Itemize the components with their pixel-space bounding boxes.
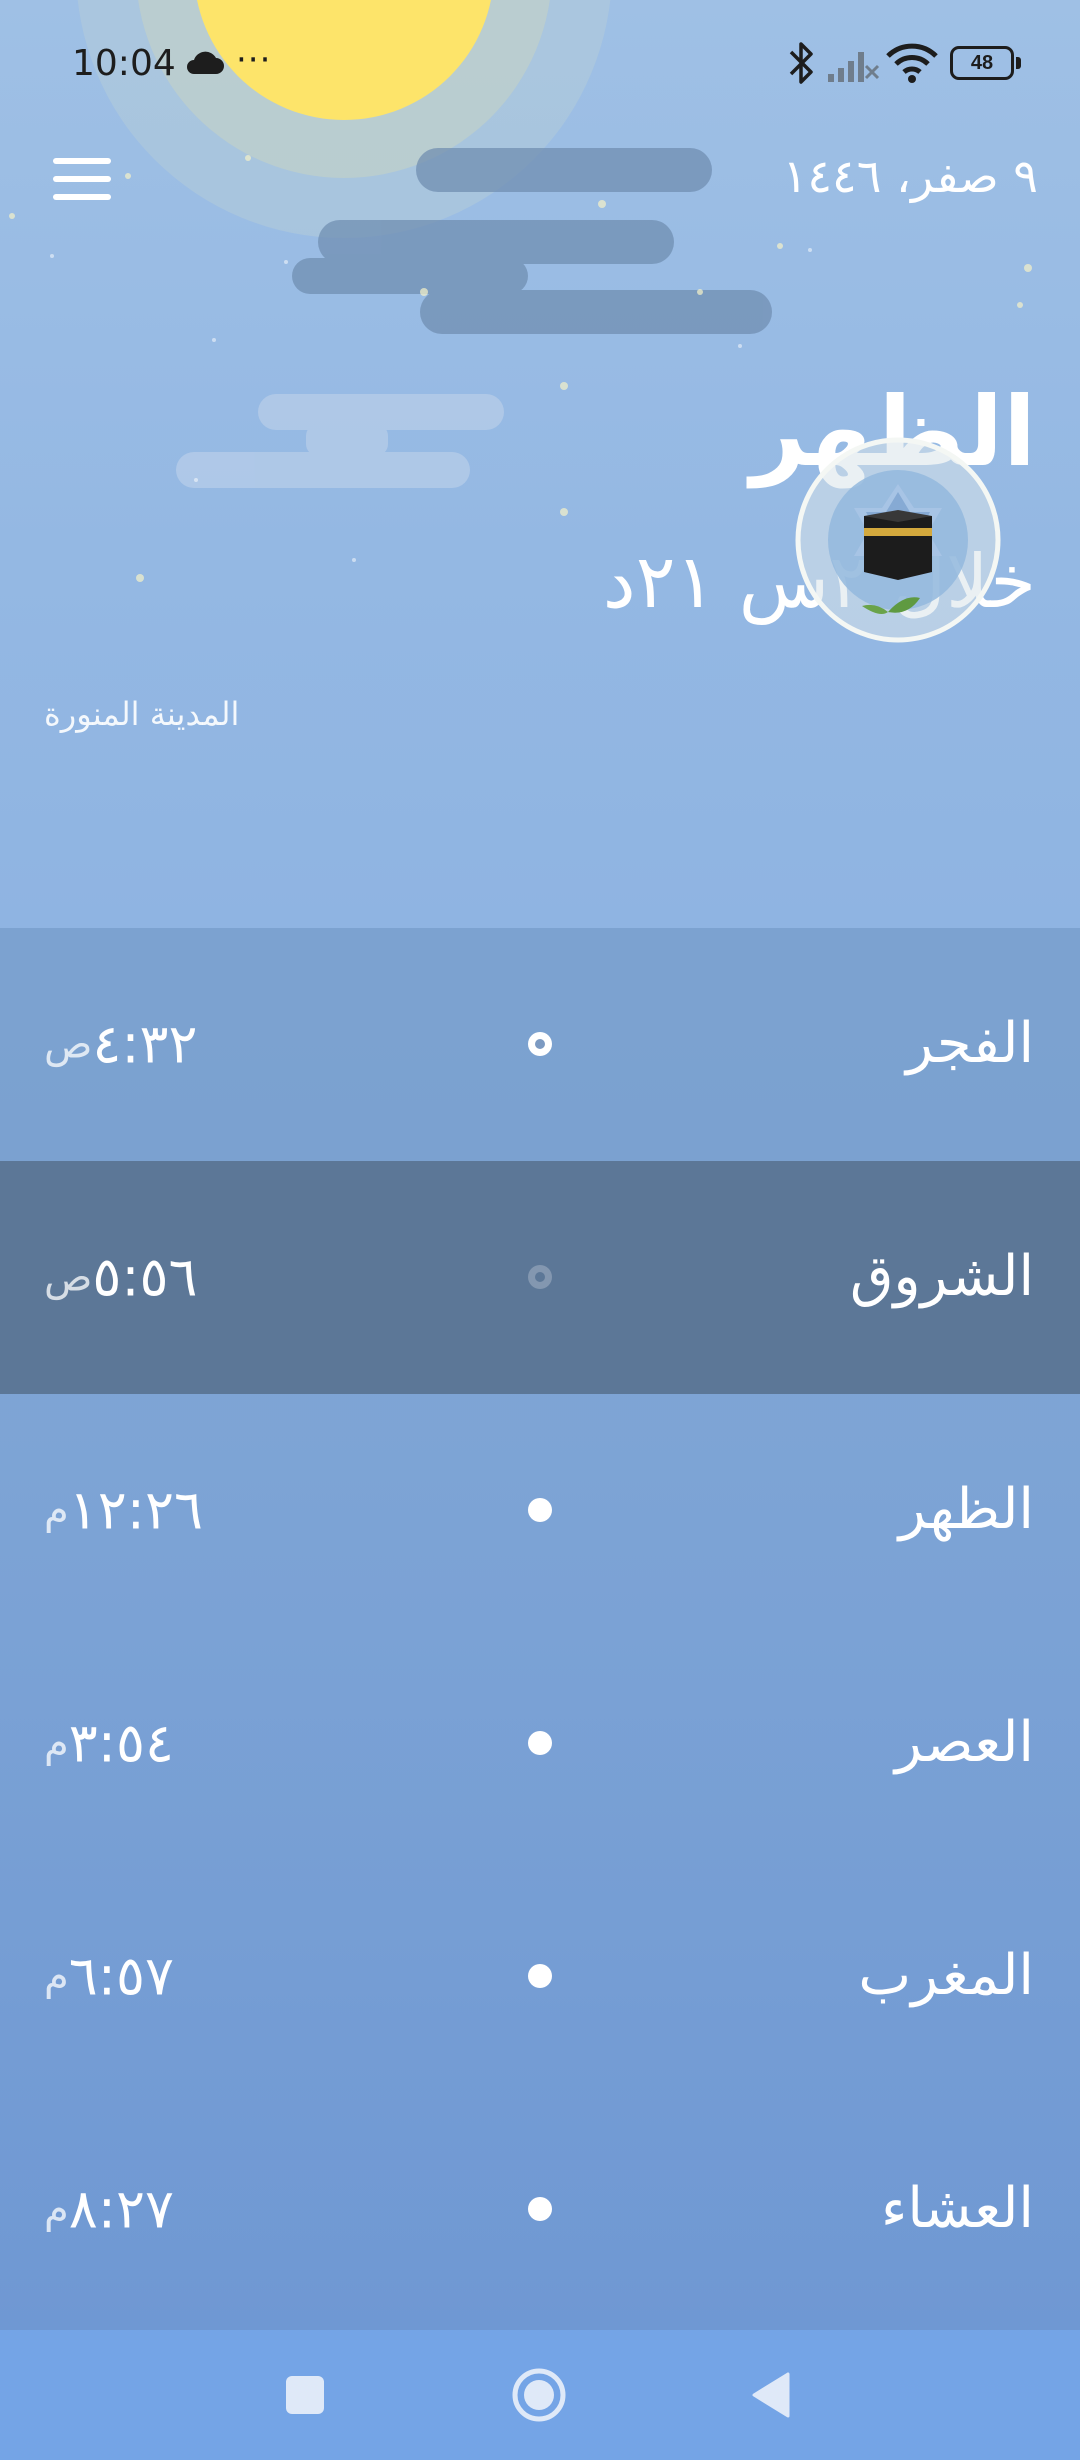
prayer-time-period: م — [44, 2186, 69, 2233]
overflow-dots: ··· — [236, 40, 272, 80]
prayer-time-period: م — [44, 1953, 69, 2000]
prayer-name: العصر — [894, 1710, 1034, 1775]
prayer-times-list: الفجر ٤:٣٢ص الشروق ٥:٥٦ص الظهر ١٢:٢٦م ال… — [0, 928, 1080, 2330]
prayer-time: ٦:٥٧م — [44, 1918, 364, 2034]
city-name: المدينة المنورة — [44, 695, 240, 733]
cellular-signal-icon — [828, 52, 880, 82]
status-bar: 10:04 ··· 48 — [0, 0, 1080, 128]
battery-icon: 48 — [950, 46, 1024, 82]
cloud-illustration-light — [176, 394, 504, 488]
wifi-icon — [886, 43, 938, 83]
alert-dot-icon[interactable] — [516, 2185, 564, 2233]
prayer-time-value: ٨:٢٧ — [68, 2177, 174, 2241]
menu-button[interactable] — [38, 140, 126, 220]
alert-dot-icon[interactable] — [516, 1719, 564, 1767]
prayer-row-fajr[interactable]: الفجر ٤:٣٢ص — [0, 928, 1080, 1161]
qibla-button[interactable] — [792, 434, 1004, 646]
prayer-name: العشاء — [881, 2176, 1034, 2241]
prayer-row-dhuhr[interactable]: الظهر ١٢:٢٦م — [0, 1394, 1080, 1627]
prayer-time-value: ١٢:٢٦ — [68, 1478, 203, 1542]
prayer-name: الشروق — [850, 1244, 1034, 1309]
prayer-time: ٤:٣٢ص — [44, 986, 364, 1102]
alert-dot-icon[interactable] — [516, 1486, 564, 1534]
alert-dot-icon[interactable] — [516, 1020, 564, 1068]
menu-icon — [53, 158, 111, 200]
prayer-time-period: ص — [44, 1021, 93, 1068]
prayer-row-isha[interactable]: العشاء ٨:٢٧م — [0, 2093, 1080, 2326]
bluetooth-icon — [789, 42, 813, 84]
alert-muted-icon[interactable] — [516, 1253, 564, 1301]
prayer-time: ٣:٥٤م — [44, 1685, 364, 1801]
prayer-time: ٥:٥٦ص — [44, 1219, 364, 1335]
prayer-times-app: 10:04 ··· 48 ٩ صفر، ١٤٤٦ الظهر س ٢١د الم… — [0, 0, 1080, 2460]
prayer-time-value: ٣:٥٤ — [68, 1711, 174, 1775]
prayer-time-value: ٤:٣٢ — [92, 1012, 198, 1076]
prayer-row-maghrib[interactable]: المغرب ٦:٥٧م — [0, 1860, 1080, 2093]
battery-level: 48 — [970, 52, 994, 74]
cloud-icon — [187, 51, 224, 74]
prayer-time-period: ص — [44, 1254, 93, 1301]
system-navigation-bar — [0, 2330, 1080, 2460]
kaaba-icon — [795, 437, 1001, 643]
prayer-time-period: م — [44, 1720, 69, 1767]
prayer-name: الظهر — [898, 1477, 1034, 1542]
alert-dot-icon[interactable] — [516, 1952, 564, 2000]
prayer-row-sunrise[interactable]: الشروق ٥:٥٦ص — [0, 1161, 1080, 1394]
home-circle-icon[interactable] — [510, 2366, 568, 2424]
prayer-name: المغرب — [858, 1943, 1034, 2008]
hero-section: 10:04 ··· 48 ٩ صفر، ١٤٤٦ الظهر س ٢١د الم… — [0, 0, 1080, 928]
hijri-date: ٩ صفر، ١٤٤٦ — [782, 149, 1038, 203]
status-time: 10:04 — [72, 43, 176, 84]
prayer-time-value: ٦:٥٧ — [68, 1944, 174, 2008]
prayer-time-value: ٥:٥٦ — [92, 1245, 198, 1309]
prayer-row-asr[interactable]: العصر ٣:٥٤م — [0, 1627, 1080, 1860]
prayer-time: ١٢:٢٦م — [44, 1452, 364, 1568]
prayer-name: الفجر — [906, 1011, 1034, 1076]
recents-square-icon[interactable] — [282, 2372, 328, 2418]
prayer-time-period: م — [44, 1487, 69, 1534]
prayer-time: ٨:٢٧م — [44, 2151, 364, 2267]
back-triangle-icon[interactable] — [748, 2370, 798, 2420]
